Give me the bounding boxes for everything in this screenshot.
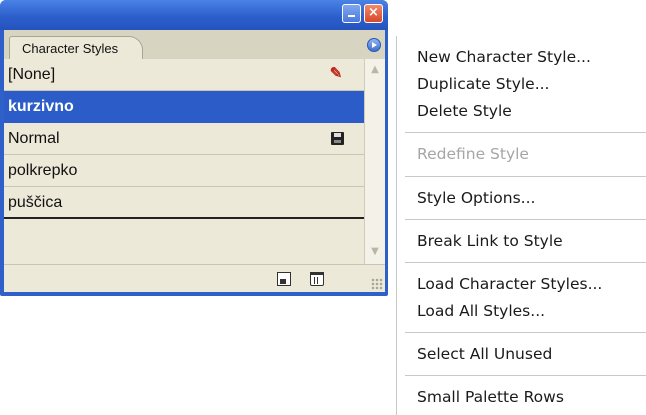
styles-list: [None] ✎ kurzivno Normal polkrepko pušči… (4, 59, 364, 264)
scroll-up-icon[interactable]: ▲ (368, 63, 382, 77)
style-name: puščica (8, 194, 63, 211)
scroll-down-icon[interactable]: ▼ (368, 245, 382, 259)
tab-character-styles[interactable]: Character Styles (9, 36, 144, 60)
menu-divider (405, 219, 646, 220)
style-row-polkrepko[interactable]: polkrepko (4, 155, 364, 187)
style-name: polkrepko (8, 162, 78, 179)
close-icon: × (368, 5, 379, 20)
menu-divider (405, 262, 646, 263)
menu-item-style-options[interactable]: Style Options... (417, 189, 535, 207)
menu-item-duplicate-style[interactable]: Duplicate Style... (417, 75, 549, 93)
palette-titlebar[interactable]: × (0, 0, 388, 30)
menu-divider (405, 332, 646, 333)
vertical-scrollbar[interactable]: ▲ ▼ (364, 59, 385, 264)
menu-divider (405, 375, 646, 376)
tab-row: Character Styles (4, 30, 385, 60)
menu-item-delete-style[interactable]: Delete Style (417, 102, 512, 120)
resize-grip-icon[interactable] (371, 278, 383, 290)
style-row-puscica[interactable]: puščica (4, 187, 364, 219)
palette-body: Character Styles [None] ✎ kurzivno Norma… (4, 30, 385, 292)
menu-item-load-character-styles[interactable]: Load Character Styles... (417, 275, 602, 293)
style-row-kurzivno[interactable]: kurzivno (4, 91, 364, 123)
menu-divider (405, 132, 646, 133)
style-name: kurzivno (8, 98, 74, 115)
style-name: [None] (8, 66, 56, 83)
minimize-button[interactable] (342, 4, 361, 23)
menu-item-break-link[interactable]: Break Link to Style (417, 232, 563, 250)
menu-item-small-palette-rows[interactable]: Small Palette Rows (417, 388, 564, 406)
disk-save-icon (331, 132, 344, 145)
menu-divider (405, 176, 646, 177)
minimize-icon (348, 15, 355, 17)
palette-menu-button[interactable] (367, 38, 381, 52)
trash-icon[interactable] (310, 272, 324, 286)
menu-item-select-all-unused[interactable]: Select All Unused (417, 345, 552, 363)
palette-flyout-menu: New Character Style... Duplicate Style..… (396, 36, 646, 415)
menu-item-redefine-style: Redefine Style (417, 145, 529, 163)
new-style-icon[interactable] (277, 272, 291, 286)
style-name: Normal (8, 130, 60, 147)
palette-footer (4, 264, 385, 292)
style-row-none[interactable]: [None] ✎ (4, 59, 364, 91)
style-row-normal[interactable]: Normal (4, 123, 364, 155)
close-button[interactable]: × (364, 4, 383, 23)
menu-item-load-all-styles[interactable]: Load All Styles... (417, 302, 545, 320)
pencil-no-edit-icon: ✎ (329, 65, 343, 82)
character-styles-palette: × Character Styles [None] ✎ kurzivno Nor… (0, 0, 388, 296)
menu-item-new-character-style[interactable]: New Character Style... (417, 48, 591, 66)
